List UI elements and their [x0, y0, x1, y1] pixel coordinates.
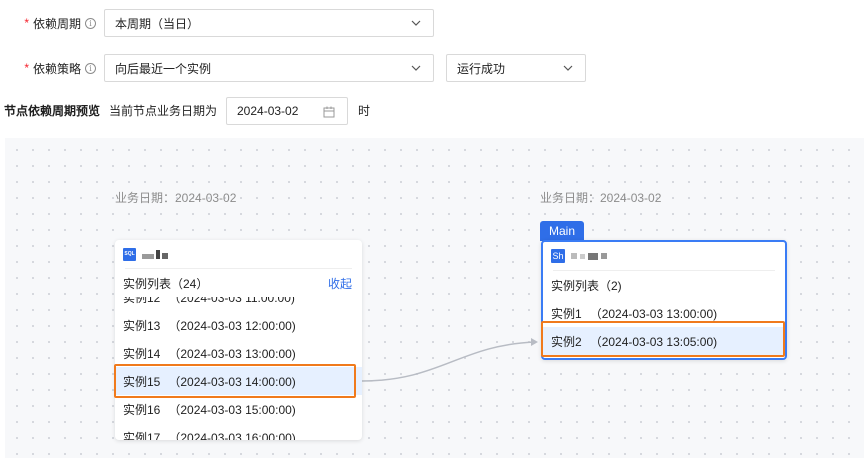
list-item[interactable]: 实例1 （2024-03-03 13:00:00) [543, 299, 785, 327]
list-item[interactable]: 实例13 （2024-03-03 12:00:00) [115, 311, 362, 339]
collapse-link[interactable]: 收起 [328, 275, 352, 292]
node-header: SQL [115, 240, 362, 268]
upstream-node[interactable]: SQL 实例列表（24） 收起 实例12 （2024-03-03 11:00:00… [115, 240, 362, 440]
node-name-redacted [571, 252, 607, 260]
list-item-selected[interactable]: 实例2 （2024-03-03 13:05:00) [543, 327, 785, 355]
list-item[interactable]: 实例12 （2024-03-03 11:00:00) [115, 297, 362, 311]
list-item[interactable]: 实例16 （2024-03-03 15:00:00) [115, 395, 362, 423]
current-node[interactable]: Sh 实例列表（2) 实例1 （2024-03-03 13:00:00) 实例2 （… [541, 240, 787, 360]
main-tag: Main [540, 221, 584, 241]
instance-list-header: 实例列表（24） 收起 [123, 275, 352, 292]
node-name-redacted [142, 249, 168, 259]
sql-icon: SQL [123, 247, 136, 261]
shell-icon: Sh [551, 249, 565, 263]
list-item[interactable]: 实例17 （2024-03-03 16:00:00) [115, 423, 362, 441]
node-header: Sh [543, 242, 785, 270]
instance-list[interactable]: 实例12 （2024-03-03 11:00:00) 实例13 （2024-03-0… [115, 297, 362, 440]
list-item[interactable]: 实例14 （2024-03-03 13:00:00) [115, 339, 362, 367]
list-item-selected[interactable]: 实例15 （2024-03-03 14:00:00) [115, 367, 362, 395]
instance-list-header: 实例列表（2) [551, 278, 622, 293]
